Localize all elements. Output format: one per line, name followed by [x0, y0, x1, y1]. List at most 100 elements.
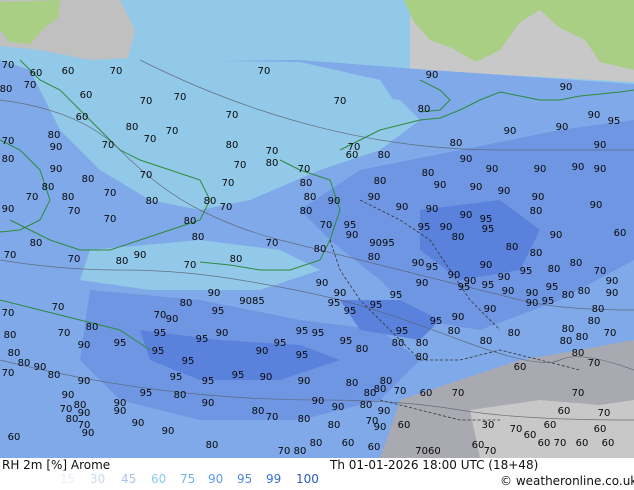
contour-label: 70 — [26, 192, 39, 203]
contour-label: 90 — [412, 258, 425, 269]
contour-label: 80 — [180, 298, 193, 309]
contour-label: 7060 — [415, 446, 440, 457]
contour-label: 60 — [614, 228, 627, 239]
contour-label: 90 — [440, 222, 453, 233]
contour-label: 80 — [378, 150, 391, 161]
contour-label: 80 — [592, 304, 605, 315]
contour-label: 90 — [534, 164, 547, 175]
contour-label: 60 — [368, 442, 381, 453]
contour-label: 80 — [416, 352, 429, 363]
contour-label: 60 — [472, 440, 485, 451]
contour-label: 70 — [144, 134, 157, 145]
contour-label: 95 — [296, 326, 309, 337]
contour-label: 95 — [426, 262, 439, 273]
contour-label: 80 — [578, 286, 591, 297]
contour-label: 80 — [206, 440, 219, 451]
contour-label: 90 — [606, 288, 619, 299]
contour-label: 90 — [480, 260, 493, 271]
contour-label: 70 — [234, 160, 247, 171]
legend-value: 60 — [151, 472, 167, 486]
contour-label: 80 — [364, 388, 377, 399]
contour-label: 80 — [300, 178, 313, 189]
contour-label: 90 — [470, 182, 483, 193]
contour-label: 60 — [30, 68, 43, 79]
map-footer: RH 2m [%] Arome Th 01-01-2026 18:00 UTC … — [0, 458, 634, 490]
contour-label: 80 — [356, 344, 369, 355]
contour-label: 70 — [554, 438, 567, 449]
contour-label: 80 — [126, 122, 139, 133]
contour-label: 90 — [560, 82, 573, 93]
contour-label: 70 — [484, 446, 497, 457]
contour-label: 80 — [18, 358, 31, 369]
contour-label: 90 — [162, 426, 175, 437]
contour-label: 60 — [398, 420, 411, 431]
contour-label: 90 — [590, 200, 603, 211]
contour-label: 70 — [110, 66, 123, 77]
contour-label: 90 — [498, 272, 511, 283]
contour-label: 80 — [530, 248, 543, 259]
contour-label: 80 — [576, 332, 589, 343]
contour-label: 90 — [588, 110, 601, 121]
contour-label: 80 — [314, 244, 327, 255]
contour-label: 95 — [274, 338, 287, 349]
legend-value: 90 — [208, 472, 224, 486]
contour-label: 90 — [426, 70, 439, 81]
contour-label: 80 — [448, 326, 461, 337]
contour-label: 80 — [560, 336, 573, 347]
contour-label: 80 — [418, 104, 431, 115]
contour-label: 90 — [594, 164, 607, 175]
contour-label: 70 — [102, 140, 115, 151]
contour-label: 70 — [174, 92, 187, 103]
contour-label: 80 — [304, 192, 317, 203]
contour-label: 80 — [548, 264, 561, 275]
contour-label: 90 — [502, 286, 515, 297]
contour-label: 95 — [542, 296, 555, 307]
contour-label: 70 — [68, 254, 81, 265]
contour-label: 80 — [562, 324, 575, 335]
contour-label: 95 — [430, 316, 443, 327]
legend-value: 100 — [296, 472, 319, 486]
legend-value: 30 — [90, 472, 106, 486]
contour-label: 90 — [396, 202, 409, 213]
contour-label: 80 — [422, 168, 435, 179]
contour-label: 70 — [572, 388, 585, 399]
contour-label: 60 — [80, 90, 93, 101]
contour-label: 70 — [184, 260, 197, 271]
contour-label: 90 — [434, 180, 447, 191]
contour-label: 70 — [258, 66, 271, 77]
contour-label: 90 — [316, 278, 329, 289]
contour-label: 70 — [278, 446, 291, 457]
legend-value: 45 — [121, 472, 137, 486]
contour-label: 80 — [252, 406, 265, 417]
contour-label: 80 — [174, 390, 187, 401]
valid-datetime: Th 01-01-2026 18:00 UTC (18+48) — [330, 458, 539, 472]
contour-label: 70 — [2, 368, 15, 379]
contour-label: 95 — [328, 298, 341, 309]
contour-label: 60 — [8, 432, 21, 443]
contour-label: 90 — [50, 142, 63, 153]
contour-label: 90 — [368, 192, 381, 203]
contour-label: 60 — [524, 430, 537, 441]
contour-label: 60 — [514, 362, 527, 373]
contour-label: 80 — [572, 348, 585, 359]
contour-label: 60 — [346, 150, 359, 161]
contour-label: 95 — [170, 372, 183, 383]
contour-label: 95 — [212, 306, 225, 317]
contour-label: 90 — [486, 164, 499, 175]
contour-label: 95 — [296, 350, 309, 361]
contour-label: 80 — [508, 328, 521, 339]
contour-label: 95 — [182, 356, 195, 367]
contour-label: 80 — [226, 140, 239, 151]
contour-label: 70 — [24, 80, 37, 91]
contour-label: 90 — [346, 230, 359, 241]
contour-label: 90 — [132, 418, 145, 429]
contour-label: 90 — [572, 162, 585, 173]
contour-label: 60 — [576, 438, 589, 449]
contour-label: 80 — [66, 414, 79, 425]
contour-label: 70 — [2, 60, 15, 71]
contour-label: 90 — [426, 204, 439, 215]
contour-label: 80 — [300, 206, 313, 217]
contour-label: 60 — [544, 420, 557, 431]
contour-label: 95 — [390, 290, 403, 301]
contour-label: 95 — [396, 326, 409, 337]
